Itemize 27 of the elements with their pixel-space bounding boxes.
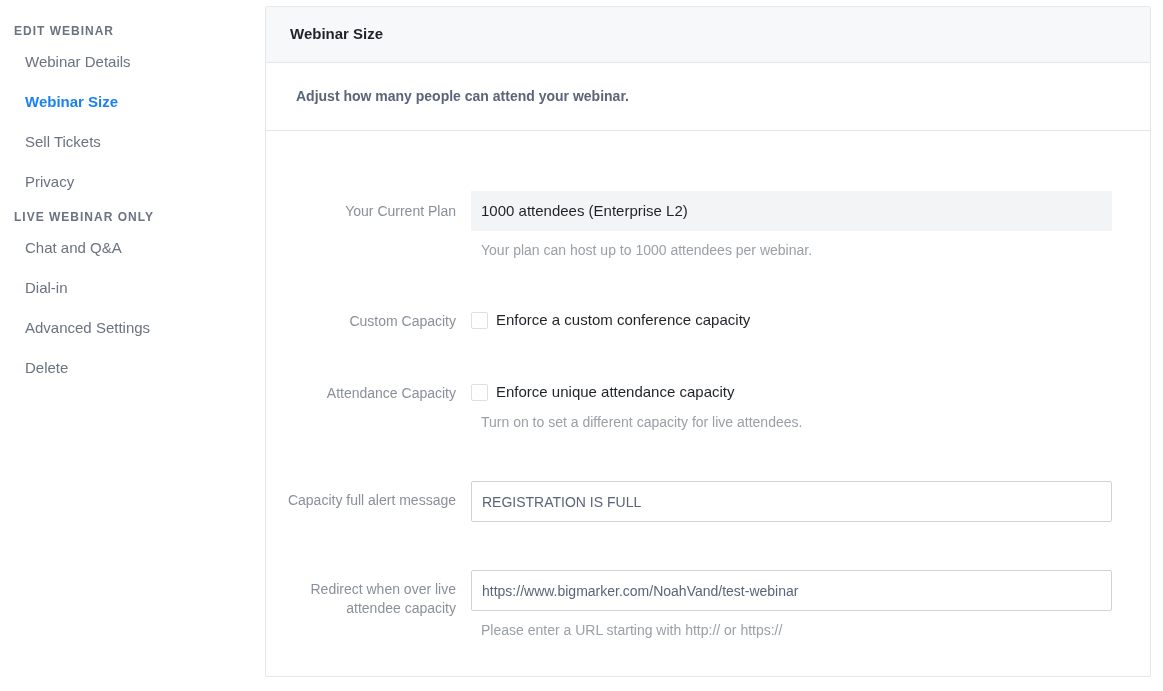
field-label: Your Current Plan — [345, 202, 456, 221]
checkbox-label: Enforce unique attendance capacity — [496, 381, 735, 402]
field-label: Capacity full alert message — [287, 491, 456, 510]
panel-title: Webinar Size — [290, 24, 384, 45]
field-label: Custom Capacity — [349, 312, 456, 331]
checkbox[interactable] — [471, 311, 488, 329]
sidebar-item[interactable]: Chat and Q&A — [0, 228, 265, 268]
help-text: Please enter a URL starting with http:// or https:// — [480, 621, 784, 640]
section-heading: LIVE WEBINAR ONLY — [13, 209, 155, 226]
sidebar-item[interactable]: Webinar Details — [0, 42, 265, 82]
panel-description: Adjust how many people can attend your webinar. — [296, 87, 629, 106]
input-field[interactable]: https://www.bigmarker.com/NoahVand/test-webinar — [471, 570, 1112, 611]
field-label: Attendance Capacity — [326, 384, 456, 403]
sidebar-item[interactable]: Delete — [0, 348, 265, 388]
help-text: Your plan can host up to 1000 attendees per webinar. — [480, 241, 814, 260]
sidebar-item[interactable]: Dial-in — [0, 268, 265, 308]
section-heading: EDIT WEBINAR — [13, 23, 115, 40]
sidebar-item[interactable]: Sell Tickets — [0, 122, 265, 162]
plan-field: 1000 attendees (Enterprise L2) — [471, 191, 1112, 231]
checkbox[interactable] — [471, 383, 488, 401]
sidebar-item[interactable]: Webinar Size — [0, 82, 265, 122]
sidebar-item[interactable]: Advanced Settings — [0, 308, 265, 348]
sidebar-item[interactable]: Privacy — [0, 162, 265, 202]
checkbox-label: Enforce a custom conference capacity — [496, 309, 751, 330]
input-field[interactable]: REGISTRATION IS FULL — [471, 481, 1112, 522]
field-label: Redirect when over live attendee capacity — [309, 580, 456, 618]
help-text: Turn on to set a different capacity for live attendees. — [480, 413, 804, 432]
